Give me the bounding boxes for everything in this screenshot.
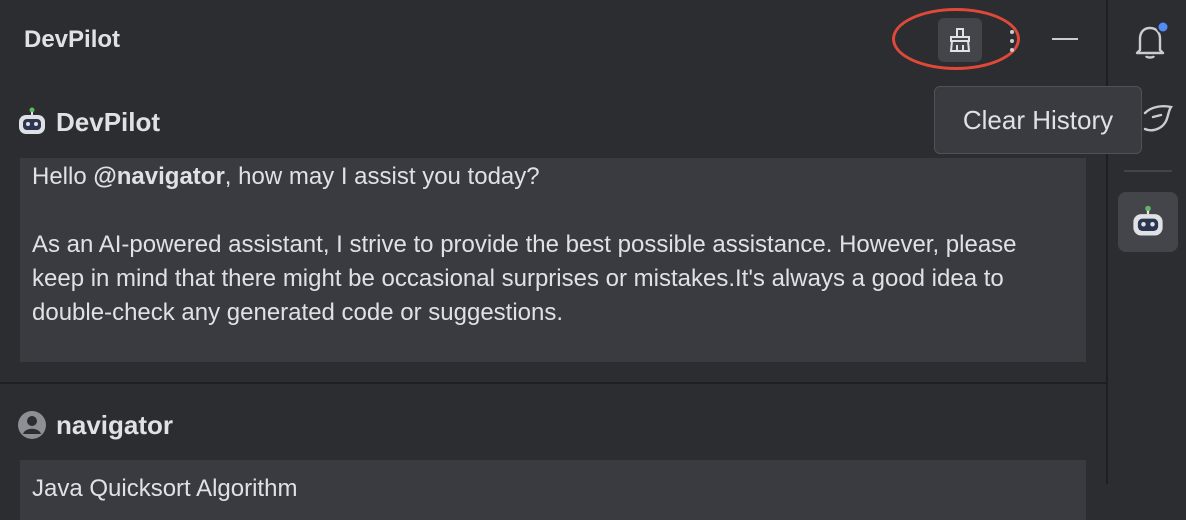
assistant-icon: [1143, 105, 1173, 132]
message-text: Java Quicksort Algorithm: [32, 475, 298, 502]
minimize-button[interactable]: [1050, 24, 1078, 54]
devpilot-tool-button[interactable]: [1118, 192, 1178, 252]
notifications-button[interactable]: [1128, 18, 1172, 62]
bell-icon: [1135, 20, 1170, 59]
message-text: Hello @navigator, how may I assist you t…: [32, 163, 540, 190]
divider: [0, 382, 1106, 384]
highlight-annotation: [892, 8, 1020, 70]
message-bubble: Java Quicksort Algorithm: [20, 460, 1086, 520]
chat-panel: DevPilot DevPilot Hello @navigator, how …: [0, 0, 1106, 520]
robot-icon: [1133, 205, 1163, 236]
message-bubble: Hello @navigator, how may I assist you t…: [20, 158, 1086, 362]
more-options-button[interactable]: [1004, 26, 1020, 56]
message-author: DevPilot: [56, 106, 161, 137]
ai-assistant-button[interactable]: [1140, 100, 1176, 136]
message-header: navigator: [16, 409, 173, 441]
robot-icon: [16, 106, 48, 138]
message-header: DevPilot: [16, 106, 160, 138]
mention[interactable]: @navigator: [93, 163, 224, 190]
panel-title: DevPilot: [24, 26, 121, 53]
user-icon: [16, 409, 48, 441]
clear-history-tooltip: Clear History: [934, 86, 1142, 154]
divider: [1124, 170, 1172, 172]
message-text: As an AI-powered assistant, I strive to …: [32, 231, 1017, 326]
message-author: navigator: [56, 409, 174, 440]
